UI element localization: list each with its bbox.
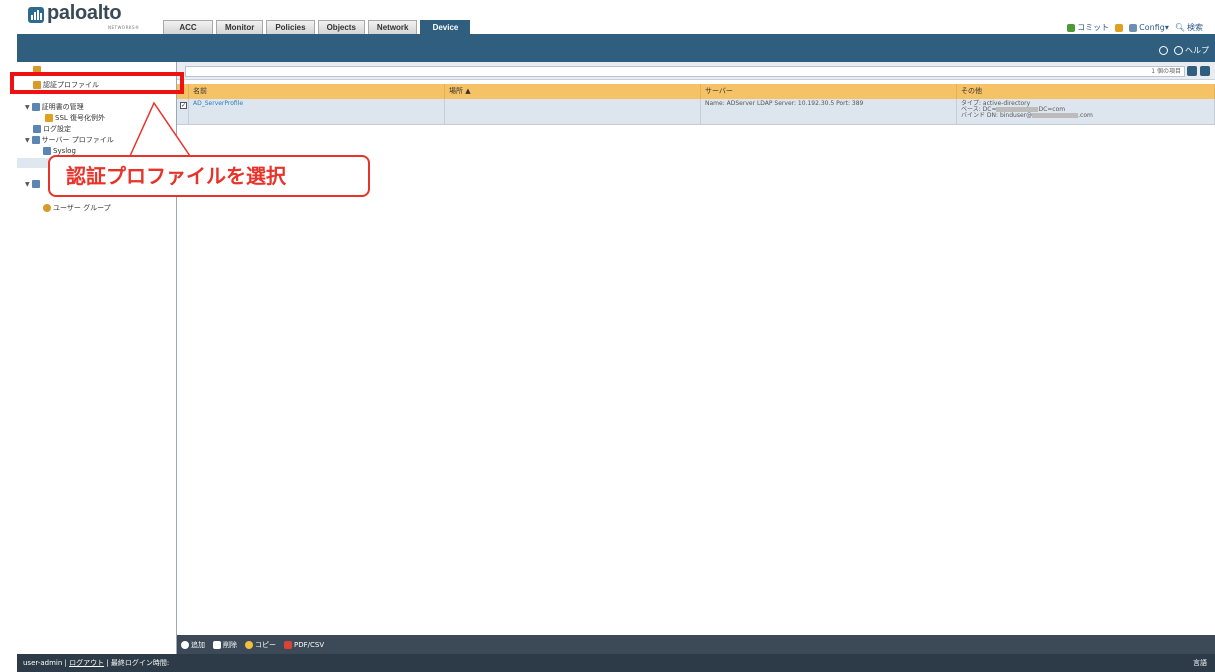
filter-toolbar: 1 個の項目: [177, 62, 1215, 80]
copy-button[interactable]: コピー: [245, 640, 276, 650]
minus-icon: [213, 640, 221, 649]
sidebar-item-log-settings[interactable]: ログ設定: [33, 124, 71, 134]
column-header-other[interactable]: その他: [957, 84, 1215, 99]
pdf-icon: [284, 640, 292, 649]
certificate-icon: [31, 103, 40, 111]
top-header: paloalto NETWORKS® ACC Monitor Policies …: [0, 0, 1215, 34]
table-header: 名前 場所 ▲ サーバー その他: [177, 84, 1215, 99]
sidebar-item-collapsed-group[interactable]: ▼: [25, 180, 40, 188]
logout-link[interactable]: ログアウト: [69, 659, 104, 667]
help-icon: [1174, 46, 1183, 55]
lock-icon: [1115, 23, 1124, 32]
delete-button[interactable]: 削除: [213, 640, 237, 650]
expand-arrow-icon: ▼: [25, 180, 30, 188]
lock-icon: [45, 114, 53, 122]
tab-policies[interactable]: Policies: [266, 20, 315, 34]
tab-device[interactable]: Device: [420, 20, 471, 34]
table-row[interactable]: ✓ AD_ServerProfile Name: ADServer LDAP S…: [177, 99, 1215, 125]
lock-button[interactable]: [1115, 22, 1124, 33]
sidebar-item-label: 証明書の管理: [41, 103, 84, 111]
refresh-icon[interactable]: [1159, 46, 1168, 55]
sidebar-item-label: ユーザー グループ: [53, 204, 111, 212]
search-link[interactable]: 🔍︎ 検索: [1175, 22, 1203, 33]
current-user: user-admin: [23, 659, 63, 667]
highlight-box: [10, 72, 184, 94]
commit-icon: [1067, 23, 1076, 32]
logo-subtext: NETWORKS®: [108, 25, 140, 30]
syslog-icon: [43, 147, 51, 155]
copy-icon: [245, 640, 253, 649]
other-bind: バインド DN: binduser@ .com: [961, 112, 1093, 119]
sidebar-item-syslog[interactable]: Syslog: [43, 147, 76, 155]
logo-mark-icon: [28, 7, 44, 23]
title-bar: ヘルプ: [17, 34, 1215, 62]
sidebar-item-label: サーバー プロファイル: [41, 136, 114, 144]
expand-arrow-icon: ▼: [25, 103, 30, 111]
sidebar-item-user-group[interactable]: ユーザー グループ: [43, 203, 173, 213]
log-icon: [33, 125, 41, 133]
filter-input[interactable]: 1 個の項目: [185, 66, 1185, 77]
column-header-location[interactable]: 場所 ▲: [445, 84, 701, 99]
help-link[interactable]: ヘルプ: [1174, 45, 1209, 56]
column-header-server[interactable]: サーバー: [701, 84, 957, 99]
sidebar-item-label: Syslog: [53, 147, 76, 155]
sidebar-item-cert-mgmt[interactable]: ▼ 証明書の管理: [25, 102, 84, 112]
cell-other: タイプ: active-directory ベース: DC= DC=com バイン…: [957, 99, 1215, 124]
pdf-csv-button[interactable]: PDF/CSV: [284, 640, 324, 649]
cell-name: AD_ServerProfile: [189, 99, 445, 124]
sidebar: 認証プロファイル ▼ 証明書の管理 SSL 復号化例外 ログ設定 ▼ サーバー …: [17, 62, 177, 654]
tab-monitor[interactable]: Monitor: [216, 20, 264, 34]
clear-filter-button[interactable]: [1200, 66, 1210, 76]
tab-network[interactable]: Network: [367, 20, 418, 34]
filter-count: 1 個の項目: [1151, 68, 1181, 75]
cell-server: Name: ADServer LDAP Server: 10.192.30.5 …: [701, 99, 957, 124]
main-tabs: ACC Monitor Policies Objects Network Dev…: [163, 20, 471, 34]
config-menu[interactable]: Config▾: [1129, 22, 1169, 33]
status-bar: user-admin | ログアウト | 最終ログイン時間: 言語: [17, 654, 1215, 672]
language-link[interactable]: 言語: [1193, 654, 1207, 672]
logo-text: paloalto: [47, 2, 122, 24]
profile-table: 名前 場所 ▲ サーバー その他 ✓ AD_ServerProfile Name…: [177, 84, 1215, 125]
plus-icon: [181, 640, 189, 649]
last-login-label: 最終ログイン時間:: [110, 659, 170, 667]
folder-icon: [31, 180, 40, 188]
profile-name-link[interactable]: AD_ServerProfile: [193, 100, 243, 107]
top-actions: コミット Config▾ 🔍︎ 検索: [1067, 22, 1203, 33]
row-checkbox-cell: ✓: [177, 99, 189, 124]
tab-objects[interactable]: Objects: [317, 20, 365, 34]
action-bar: 追加 削除 コピー PDF/CSV: [177, 635, 1215, 654]
sidebar-item-label: SSL 復号化例外: [55, 114, 106, 122]
tab-acc[interactable]: ACC: [163, 20, 213, 34]
sidebar-item-server-profile[interactable]: ▼ サーバー プロファイル: [25, 135, 114, 145]
user-group-icon: [43, 204, 51, 212]
column-header-name[interactable]: 名前: [189, 84, 445, 99]
cell-location: [445, 99, 701, 124]
search-icon: 🔍︎: [1174, 23, 1185, 32]
sidebar-item-ssl-exclusion[interactable]: SSL 復号化例外: [45, 113, 105, 123]
help-area: ヘルプ: [1159, 45, 1209, 56]
commit-link[interactable]: コミット: [1067, 22, 1109, 33]
server-profile-icon: [31, 136, 40, 144]
apply-filter-button[interactable]: [1187, 66, 1197, 76]
config-icon: [1129, 23, 1138, 32]
redacted-block: [1032, 113, 1079, 118]
sidebar-item-label: ログ設定: [43, 125, 71, 133]
annotation-label: 認証プロファイルを選択: [48, 155, 370, 197]
add-button[interactable]: 追加: [181, 640, 205, 650]
row-checkbox[interactable]: ✓: [180, 102, 187, 109]
expand-arrow-icon: ▼: [25, 136, 30, 144]
